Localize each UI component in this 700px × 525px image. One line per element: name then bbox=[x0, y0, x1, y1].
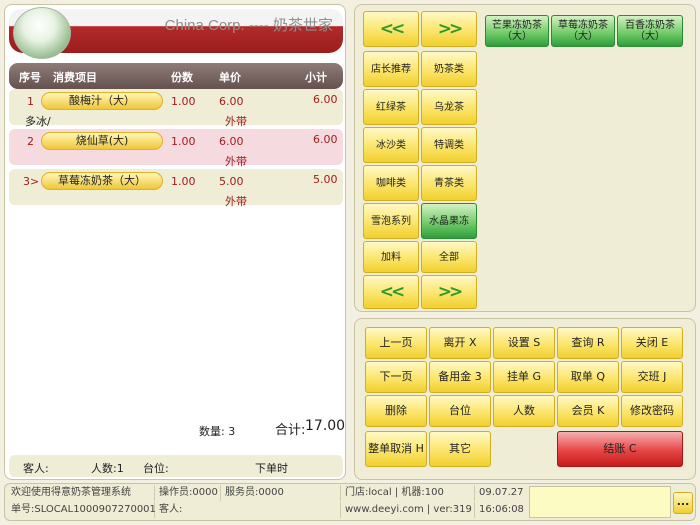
status-bar: 欢迎使用得意奶茶管理系统 操作员:0000 服务员:0000 门店:local … bbox=[4, 483, 696, 521]
category-all[interactable]: 全部 bbox=[421, 241, 477, 273]
product-passion-fruit-jelly-milk-tea[interactable]: 百香冻奶茶（大） bbox=[617, 15, 683, 47]
category-prev-button[interactable]: << bbox=[363, 11, 419, 47]
brand-banner: China Corp. ---- 奶茶世家 bbox=[9, 7, 343, 59]
category-next-button[interactable]: >> bbox=[421, 11, 477, 47]
category-toppings[interactable]: 加料 bbox=[363, 241, 419, 273]
header-subtotal: 小计 bbox=[305, 71, 327, 84]
category-red-green-tea[interactable]: 红绿茶 bbox=[363, 89, 419, 125]
note-input[interactable] bbox=[529, 486, 671, 518]
category-milk-tea[interactable]: 奶茶类 bbox=[421, 51, 477, 87]
row-takeaway: 外带 bbox=[225, 115, 247, 128]
table-row[interactable]: 1 酸梅汁（大） 1.00 6.00 6.00 多冰/ 外带 bbox=[9, 89, 343, 128]
double-chevron-right-icon: >> bbox=[437, 19, 463, 39]
close-button[interactable]: 关闭 E bbox=[621, 327, 683, 359]
cancel-order-button[interactable]: 整单取消 H bbox=[365, 431, 427, 467]
row-subtotal: 5.00 bbox=[313, 173, 338, 186]
table-row[interactable]: 2 烧仙草(大) 1.00 6.00 6.00 外带 bbox=[9, 129, 343, 168]
row-qty: 1.00 bbox=[171, 175, 196, 188]
time-text: 16:06:08 bbox=[479, 504, 524, 515]
prev-page-button[interactable]: 上一页 bbox=[365, 327, 427, 359]
operator-text: 操作员:0000 bbox=[155, 485, 221, 501]
product-mango-jelly-milk-tea[interactable]: 芒果冻奶茶（大） bbox=[485, 15, 549, 47]
product-strawberry-jelly-milk-tea[interactable]: 草莓冻奶茶（大） bbox=[551, 15, 615, 47]
category-oolong[interactable]: 乌龙茶 bbox=[421, 89, 477, 125]
row-subtotal: 6.00 bbox=[313, 93, 338, 106]
change-password-button[interactable]: 修改密码 bbox=[621, 395, 683, 427]
table-label: 台位: bbox=[143, 462, 169, 475]
row-no: 1 bbox=[27, 95, 34, 108]
next-page-button[interactable]: 下一页 bbox=[365, 361, 427, 393]
row-note: 多冰/ bbox=[25, 115, 51, 128]
leave-button[interactable]: 离开 X bbox=[429, 327, 491, 359]
hold-order-button[interactable]: 挂单 G bbox=[493, 361, 555, 393]
row-takeaway: 外带 bbox=[225, 155, 247, 168]
menu-panel: << >> 店长推荐 奶茶类 红绿茶 乌龙茶 冰沙类 特调类 咖啡类 青茶类 雪… bbox=[354, 4, 696, 312]
total-label: 合计: bbox=[275, 423, 306, 438]
total-value: 17.00 bbox=[305, 418, 346, 434]
waiter-text: 服务员:0000 bbox=[221, 485, 341, 501]
order-table-header: 序号 消费项目 份数 单价 小计 bbox=[9, 63, 343, 89]
product-prev-button[interactable]: << bbox=[363, 275, 419, 309]
website-version-text: www.deeyi.com | ver:319 bbox=[341, 502, 475, 518]
row-takeaway: 外带 bbox=[225, 195, 247, 208]
category-green-tea[interactable]: 青茶类 bbox=[421, 165, 477, 201]
header-no: 序号 bbox=[19, 71, 41, 84]
settings-button[interactable]: 设置 S bbox=[493, 327, 555, 359]
row-qty: 1.00 bbox=[171, 95, 196, 108]
other-button[interactable]: 其它 bbox=[429, 431, 491, 467]
guest-label: 客人: bbox=[23, 462, 49, 475]
category-smoothie[interactable]: 冰沙类 bbox=[363, 127, 419, 163]
table-button[interactable]: 台位 bbox=[429, 395, 491, 427]
shop-machine-text: 门店:local | 机器:100 bbox=[341, 485, 475, 501]
double-chevron-left-icon: << bbox=[379, 19, 405, 39]
row-qty: 1.00 bbox=[171, 135, 196, 148]
category-coffee[interactable]: 咖啡类 bbox=[363, 165, 419, 201]
row-price: 6.00 bbox=[219, 95, 244, 108]
row-item[interactable]: 草莓冻奶茶（大） bbox=[41, 172, 163, 190]
order-number-text: 单号:SLOCAL1000907270001 bbox=[7, 502, 156, 518]
petty-cash-button[interactable]: 备用金 3 bbox=[429, 361, 491, 393]
row-item[interactable]: 酸梅汁（大） bbox=[41, 92, 163, 110]
retrieve-order-button[interactable]: 取单 Q bbox=[557, 361, 619, 393]
delete-button[interactable]: 删除 bbox=[365, 395, 427, 427]
header-qty: 份数 bbox=[171, 71, 193, 84]
member-button[interactable]: 会员 K bbox=[557, 395, 619, 427]
category-crystal-jelly[interactable]: 水晶果冻 bbox=[421, 203, 477, 239]
category-store-recommend[interactable]: 店长推荐 bbox=[363, 51, 419, 87]
more-button[interactable]: ... bbox=[673, 492, 693, 514]
order-panel: China Corp. ---- 奶茶世家 序号 消费项目 份数 单价 小计 1… bbox=[4, 4, 346, 480]
product-next-button[interactable]: >> bbox=[421, 275, 477, 309]
category-special[interactable]: 特调类 bbox=[421, 127, 477, 163]
category-snow-foam[interactable]: 雪泡系列 bbox=[363, 203, 419, 239]
row-subtotal: 6.00 bbox=[313, 133, 338, 146]
row-price: 5.00 bbox=[219, 175, 244, 188]
item-count: 数量: 3 bbox=[199, 425, 236, 438]
order-time-label: 下单时间:16:05:46 bbox=[255, 462, 319, 479]
row-item[interactable]: 烧仙草(大) bbox=[41, 132, 163, 150]
table-row[interactable]: 3> 草莓冻奶茶（大） 1.00 5.00 5.00 外带 bbox=[9, 169, 343, 208]
milk-tea-logo-icon bbox=[13, 7, 71, 59]
double-chevron-right-icon: >> bbox=[437, 282, 463, 302]
double-chevron-left-icon: << bbox=[379, 282, 405, 302]
header-price: 单价 bbox=[219, 71, 241, 84]
row-no: 2 bbox=[27, 135, 34, 148]
date-text: 09.07.27 bbox=[479, 487, 524, 498]
shift-handover-button[interactable]: 交班 J bbox=[621, 361, 683, 393]
checkout-button[interactable]: 结账 C bbox=[557, 431, 683, 467]
query-button[interactable]: 查询 R bbox=[557, 327, 619, 359]
welcome-text: 欢迎使用得意奶茶管理系统 bbox=[7, 485, 155, 501]
row-no: 3> bbox=[23, 175, 40, 188]
function-panel: 上一页 离开 X 设置 S 查询 R 关闭 E 下一页 备用金 3 挂单 G 取… bbox=[354, 318, 696, 480]
header-item: 消费项目 bbox=[53, 71, 97, 84]
row-price: 6.00 bbox=[219, 135, 244, 148]
brand-title: China Corp. ---- 奶茶世家 bbox=[164, 17, 333, 34]
customer-text: 客人: bbox=[155, 502, 341, 518]
order-info-footer: 客人: 人数:1 台位: 下单时间:16:05:46 bbox=[9, 455, 343, 479]
persons-label: 人数:1 bbox=[91, 462, 124, 475]
persons-button[interactable]: 人数 bbox=[493, 395, 555, 427]
